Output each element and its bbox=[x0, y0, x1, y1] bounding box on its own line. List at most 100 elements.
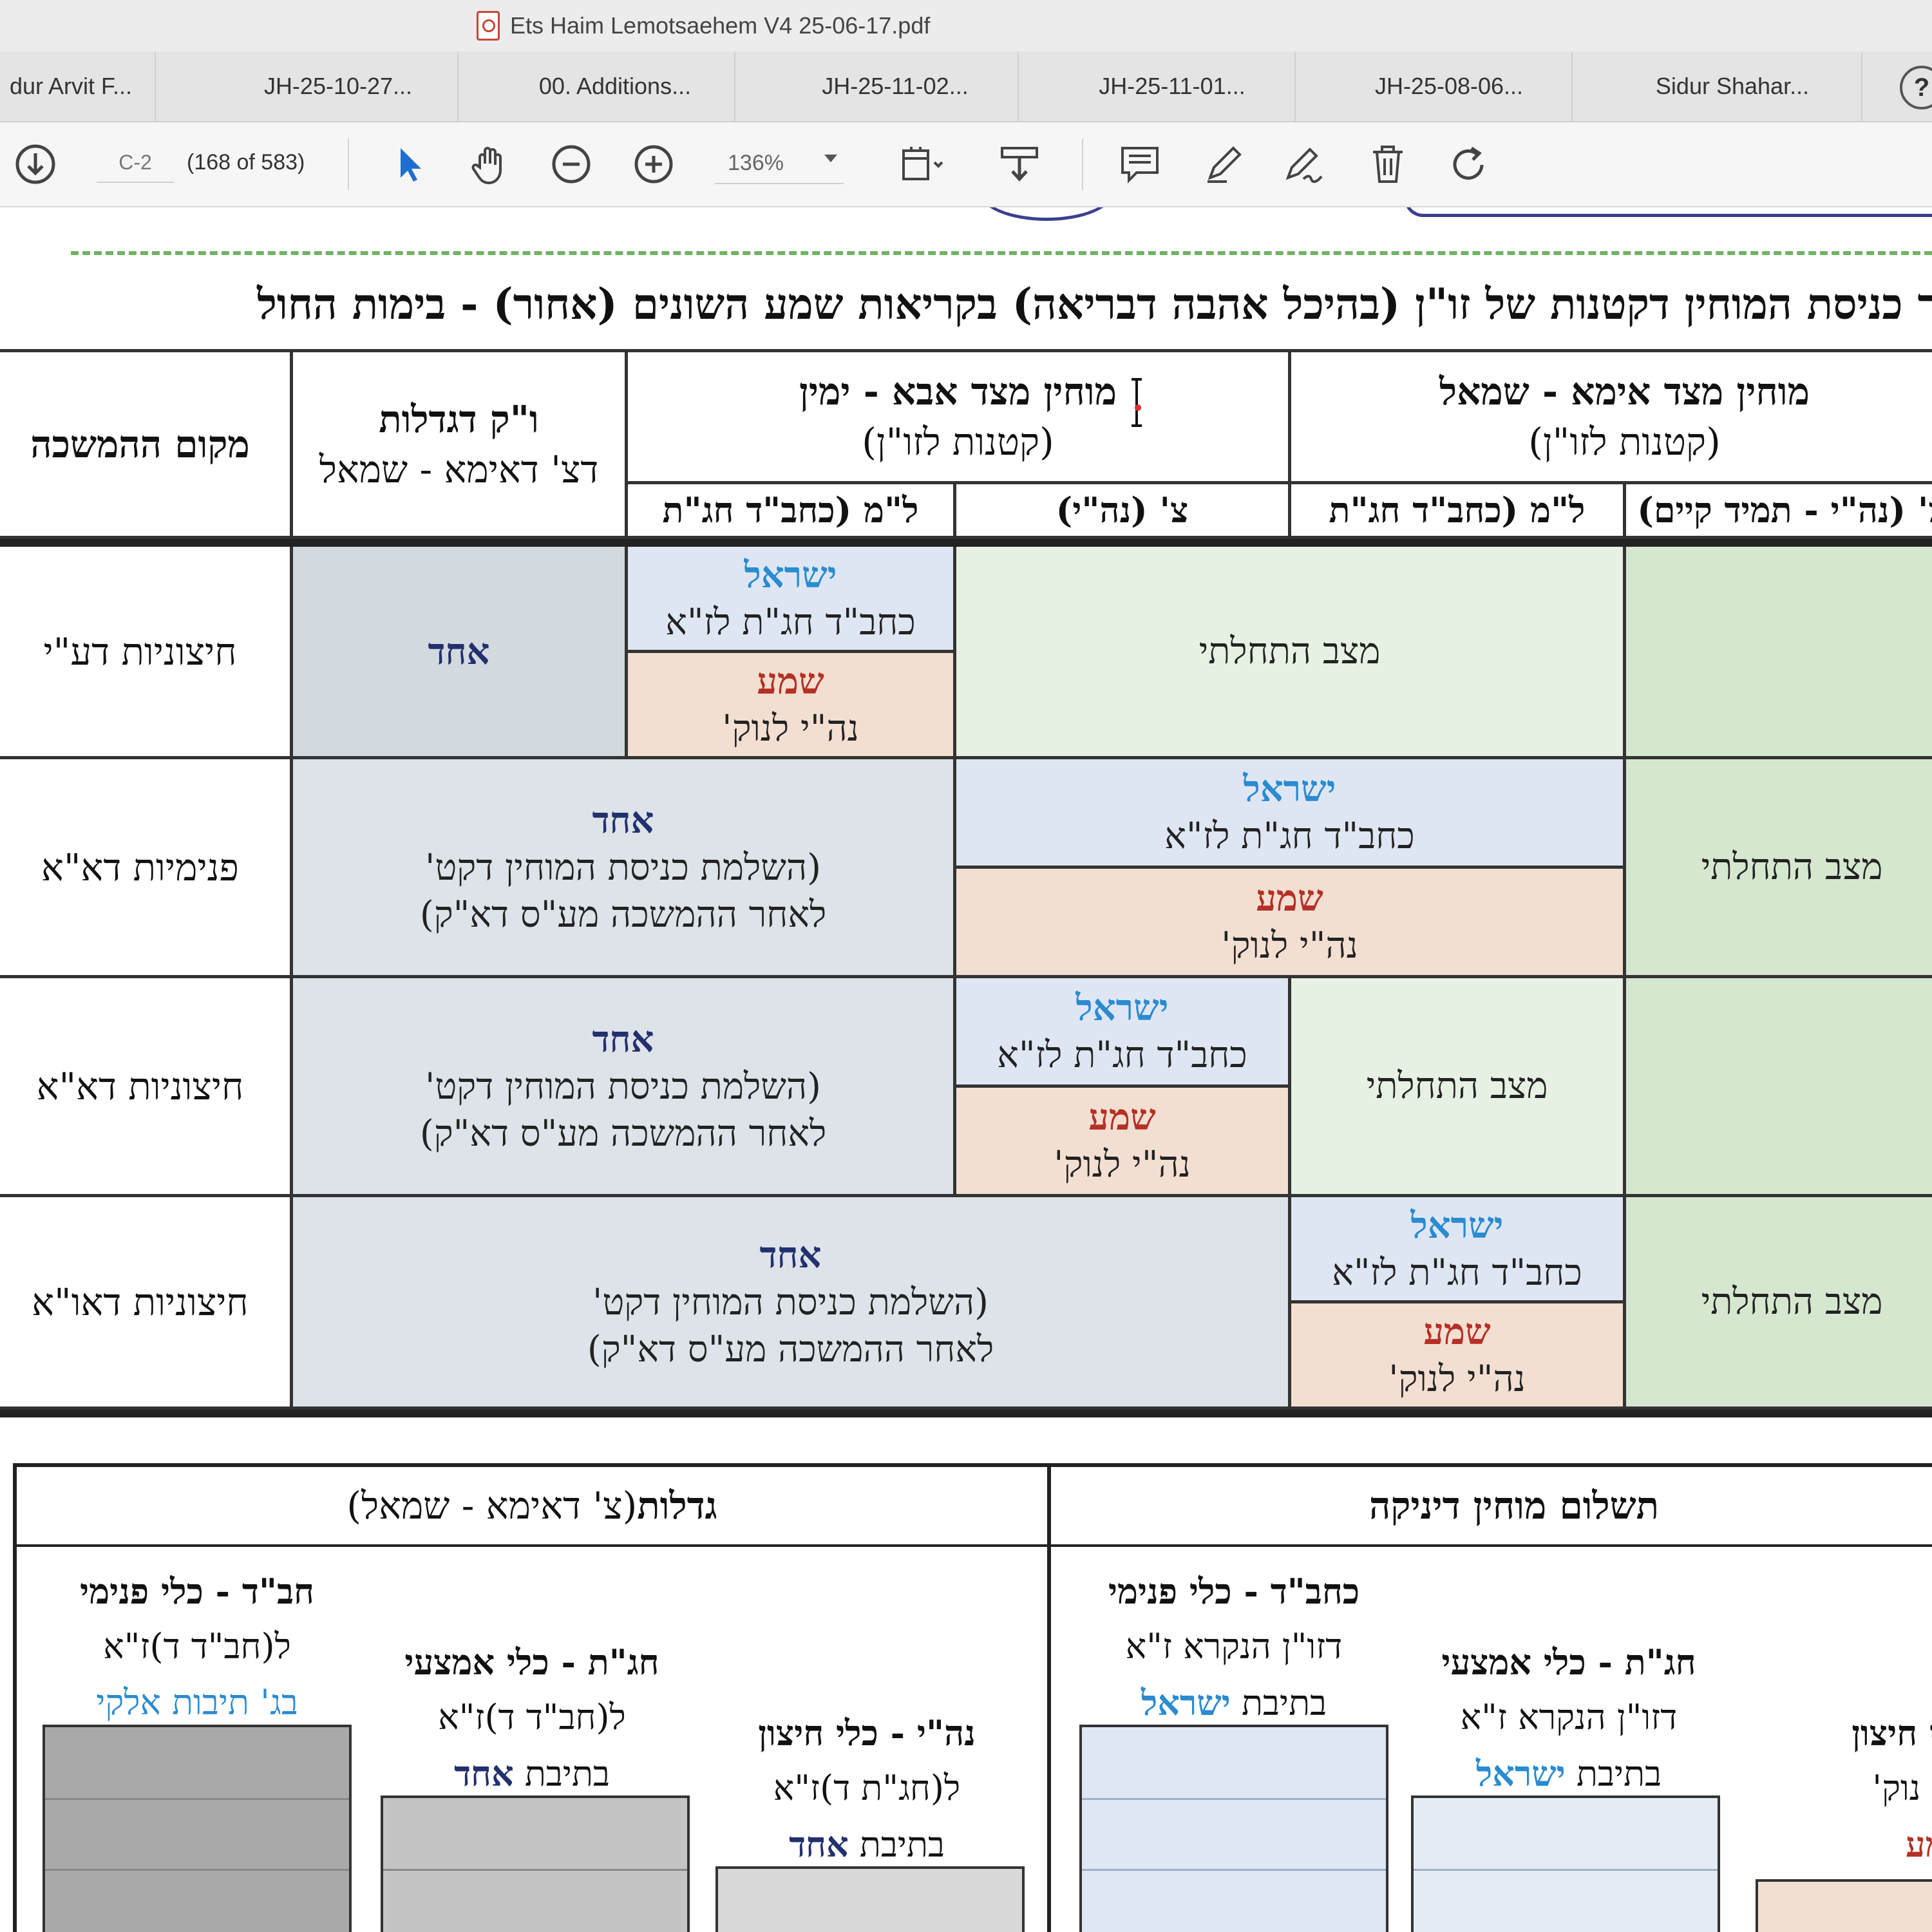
israel-line: כחב"ד חג"ת לז"א bbox=[997, 1034, 1247, 1076]
table-bottom-rule bbox=[0, 1406, 1932, 1417]
right-col-3-label: י - כלי חיצון הנקרא נוק' בת שמע bbox=[1749, 1705, 1932, 1873]
fit-page-icon[interactable] bbox=[892, 142, 950, 187]
ima-lm-cell: ישראל כחב"ד חג"ת לז"א שמע נה"י לנוק' bbox=[1288, 1194, 1626, 1410]
right-col-1-prefix: בתיבת bbox=[1241, 1682, 1327, 1723]
comment-icon[interactable] bbox=[1117, 142, 1162, 187]
israel-word: ישראל bbox=[1410, 1204, 1504, 1247]
right-bar-3 bbox=[1756, 1879, 1932, 1932]
israel-line: כחב"ד חג"ת לז"א bbox=[1332, 1251, 1582, 1294]
state-cell bbox=[1623, 975, 1932, 1197]
bar-divider bbox=[383, 1869, 687, 1871]
tab-5[interactable]: JH-25-11-01... bbox=[1050, 52, 1296, 121]
shema-word: שמע bbox=[1423, 1310, 1491, 1353]
shema-line: נה"י לנוק' bbox=[1054, 1144, 1191, 1186]
toolbar-divider-2 bbox=[1082, 138, 1083, 190]
chevron-down-icon bbox=[824, 155, 837, 162]
sign-icon[interactable] bbox=[1282, 142, 1327, 187]
shema-line: נה"י לנוק' bbox=[1388, 1358, 1526, 1400]
left-panel-title: גדלות (צ' דאימא - שמאל) bbox=[17, 1467, 1047, 1544]
left-col-3-line-c: בתיבת אחד bbox=[712, 1817, 1021, 1873]
page-label-field[interactable]: C-2 bbox=[97, 143, 174, 183]
text-cursor-icon bbox=[1132, 378, 1142, 427]
header-abba-lm: ל"מ (כחב"ד חג"ת bbox=[625, 481, 956, 539]
page-title: ר כניסת המוחין דקטנות של זו"ן (בהיכל אהב… bbox=[0, 265, 1932, 343]
tab-7[interactable]: Sidur Shahar... bbox=[1604, 52, 1862, 121]
shema-word: שמע bbox=[1256, 877, 1323, 920]
shema-word: שמע bbox=[1088, 1096, 1156, 1139]
place-cell: חיצוניות דע"י bbox=[0, 541, 293, 759]
bar-divider bbox=[1414, 1869, 1718, 1871]
right-col-3-line-c: בת שמע bbox=[1749, 1817, 1932, 1873]
bar-divider bbox=[1082, 1798, 1386, 1800]
right-panel-title-text: תשלום מוחין דיניקה bbox=[1368, 1484, 1660, 1528]
window-title: Ets Haim Lemotsaehem V4 25-06-17.pdf bbox=[477, 9, 930, 43]
mochin-table: מוחין מצד אימא - שמאל (קטנות לזו"ן) מוחי… bbox=[0, 349, 1932, 1417]
zoom-out-icon[interactable] bbox=[549, 142, 594, 187]
tab-3[interactable]: 00. Additions... bbox=[496, 52, 735, 121]
rotate-icon[interactable] bbox=[1446, 142, 1491, 187]
bottom-diagram: תשלום מוחין דיניקה גדלות (צ' דאימא - שמא… bbox=[13, 1463, 1932, 1932]
header-vk-sub: דצ' דאימא - שמאל bbox=[319, 447, 599, 491]
left-col-2-line-c: בתיבת אחד bbox=[377, 1746, 687, 1802]
header-ima-lm: ל"מ (כחב"ד חג"ת bbox=[1288, 481, 1626, 539]
right-col-2-prefix: בתיבת bbox=[1576, 1753, 1662, 1794]
header-ima-title: מוחין מצד אימא - שמאל bbox=[1439, 370, 1810, 413]
window-titlebar: Ets Haim Lemotsaehem V4 25-06-17.pdf bbox=[0, 0, 1932, 52]
state-cell bbox=[1623, 541, 1932, 759]
select-arrow-icon[interactable] bbox=[386, 142, 431, 187]
left-panel-title-bold: גדלות bbox=[637, 1484, 717, 1528]
right-col-2-label: חג"ת - כלי אמצעי דזו"ן הנקרא ז"א בתיבת י… bbox=[1414, 1634, 1723, 1802]
pen-icon[interactable] bbox=[1201, 142, 1246, 187]
left-col-1-line-c: בג' תיבות אלקי bbox=[96, 1681, 298, 1723]
place-cell: פנימיות דא"א bbox=[0, 756, 293, 978]
tab-2[interactable]: JH-25-10-27... bbox=[219, 52, 459, 121]
bottom-divider bbox=[1047, 1467, 1051, 1932]
left-col-2-line-a: חג"ת - כלי אמצעי bbox=[404, 1642, 659, 1683]
right-col-3-line-b: הנקרא נוק' bbox=[1872, 1768, 1932, 1809]
left-col-1-label: חב"ד - כלי פנימי ל(חב"ד ד)ז"א בג' תיבות … bbox=[43, 1564, 352, 1730]
bar-divider bbox=[1082, 1869, 1386, 1871]
download-icon[interactable] bbox=[13, 142, 58, 187]
header-place: מקום ההמשכה bbox=[0, 349, 293, 539]
israel-line: כחב"ד חג"ת לז"א bbox=[665, 601, 916, 643]
left-bar-3 bbox=[715, 1866, 1025, 1932]
zoom-in-icon[interactable] bbox=[631, 142, 676, 187]
left-col-3-line-b: ל(חג"ת ד)ז"א bbox=[773, 1768, 961, 1809]
shema-word: שמע bbox=[757, 659, 824, 703]
left-col-1-line-a: חב"ד - כלי פנימי bbox=[80, 1571, 314, 1612]
shema-line: נה"י לנוק' bbox=[722, 707, 859, 750]
tab-4[interactable]: JH-25-11-02... bbox=[773, 52, 1019, 121]
right-col-3-line-a: י - כלי חיצון bbox=[1852, 1712, 1932, 1754]
trash-icon[interactable] bbox=[1365, 142, 1410, 187]
zoom-select[interactable]: 136% bbox=[715, 143, 844, 184]
echad-word: אחד bbox=[759, 1233, 822, 1276]
shema-box: שמע נה"י לנוק' bbox=[958, 1088, 1287, 1193]
left-col-3-line-a: נה"י - כלי חיצון bbox=[758, 1712, 976, 1754]
scroll-mode-icon[interactable] bbox=[997, 142, 1042, 187]
header-vk: ו"ק דגדלות דצ' דאימא - שמאל bbox=[290, 349, 628, 539]
completion-line-1: (השלמת כניסת המוחין דקט' bbox=[425, 846, 821, 889]
state-cell: מצב התחלתי bbox=[1623, 1194, 1932, 1410]
shema-box: שמע נה"י לנוק' bbox=[1293, 1303, 1622, 1405]
left-col-2-label: חג"ת - כלי אמצעי ל(חב"ד ד)ז"א בתיבת אחד bbox=[377, 1634, 687, 1802]
zoom-value: 136% bbox=[728, 150, 784, 175]
header-place-title: מקום ההמשכה bbox=[30, 422, 250, 466]
right-col-1-line-c: בתיבת ישראל bbox=[1079, 1675, 1388, 1731]
echad-word: אחד bbox=[592, 799, 654, 842]
window-title-text: Ets Haim Lemotsaehem V4 25-06-17.pdf bbox=[510, 12, 931, 39]
header-separator bbox=[0, 536, 1932, 547]
completion-line-1: (השלמת כניסת המוחין דקט' bbox=[425, 1065, 821, 1108]
hand-icon[interactable] bbox=[467, 142, 512, 187]
tab-1[interactable]: dur Arvit F... bbox=[0, 52, 156, 121]
abba-cell: ישראל כחב"ד חג"ת לז"א שמע נה"י לנוק' bbox=[953, 756, 1626, 978]
abba-lm-cell: ישראל כחב"ד חג"ת לז"א שמע נה"י לנוק' bbox=[625, 541, 956, 759]
header-ima: מוחין מצד אימא - שמאל (קטנות לזו"ן) bbox=[1288, 349, 1932, 484]
right-col-2-line-a: חג"ת - כלי אמצעי bbox=[1441, 1642, 1696, 1683]
tab-6[interactable]: JH-25-08-06... bbox=[1327, 52, 1573, 121]
shema-box: שמע נה"י לנוק' bbox=[958, 869, 1622, 974]
israel-word: ישראל bbox=[1075, 987, 1169, 1029]
pdf-page: ר כניסת המוחין דקטנות של זו"ן (בהיכל אהב… bbox=[0, 207, 1932, 1932]
left-col-2-prefix: בתיבת bbox=[524, 1753, 610, 1794]
israel-box: ישראל כחב"ד חג"ת לז"א bbox=[1293, 1198, 1622, 1303]
page-title-text: ר כניסת המוחין דקטנות של זו"ן (בהיכל אהב… bbox=[257, 278, 1932, 329]
